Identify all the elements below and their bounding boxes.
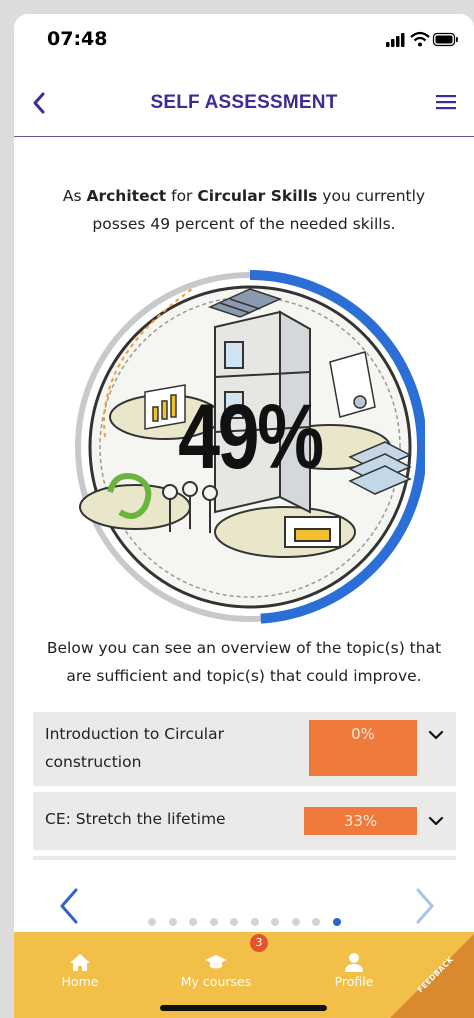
- phone-screen: 07:48 SELF ASSESSMENT As Architect for C…: [14, 14, 474, 1018]
- tab-profile[interactable]: Profile: [304, 932, 404, 992]
- topic-label: CE: Stretch the lifetime: [45, 810, 226, 828]
- topic-percent-bar: 33%: [304, 807, 417, 835]
- topic-label: Introduction to Circular construction: [45, 725, 224, 771]
- score-gauge: 49%: [75, 267, 428, 627]
- chevron-down-icon[interactable]: [428, 815, 444, 827]
- intro-prefix: As: [62, 187, 87, 205]
- feedback-tab[interactable]: FEEDBACK: [390, 934, 474, 1018]
- carousel-dot[interactable]: [148, 918, 156, 926]
- tab-my-courses[interactable]: 3 My courses: [166, 932, 268, 992]
- carousel-next-arrow-icon[interactable]: [412, 887, 438, 925]
- status-time: 07:48: [47, 28, 108, 50]
- carousel-dot[interactable]: [250, 918, 259, 926]
- carousel-dot[interactable]: [271, 918, 279, 926]
- intro-middle: for: [166, 187, 198, 205]
- battery-icon: [432, 32, 458, 47]
- topic-row-stretch-lifetime[interactable]: CE: Stretch the lifetime 33%: [33, 792, 456, 850]
- carousel-dot[interactable]: [168, 918, 177, 926]
- carousel-dot[interactable]: [312, 918, 320, 926]
- carousel-dot[interactable]: [332, 918, 341, 926]
- status-bar: 07:48: [14, 14, 474, 66]
- carousel-prev-arrow-icon[interactable]: [56, 887, 82, 925]
- topic-list: Introduction to Circular construction 0%…: [33, 712, 456, 860]
- monitor-illustration: [284, 516, 341, 548]
- tab-my-courses-label: My courses: [180, 974, 252, 989]
- topic-percent-bar: 0%: [309, 720, 417, 776]
- tab-home-label: Home: [61, 974, 99, 989]
- bottom-tab-bar: Home 3 My courses Profile FEEDBACK: [14, 932, 474, 1018]
- status-icons: [386, 31, 458, 47]
- tab-profile-label: Profile: [334, 974, 374, 989]
- graduation-cap-icon: [205, 955, 227, 969]
- topic-row-next[interactable]: [33, 856, 456, 860]
- wifi-icon: [410, 31, 430, 47]
- home-icon: [70, 954, 90, 971]
- overview-text: Below you can see an overview of the top…: [46, 639, 442, 685]
- hamburger-menu-icon[interactable]: [436, 92, 458, 112]
- page-title: SELF ASSESSMENT: [150, 92, 338, 113]
- person-icon: [345, 953, 363, 972]
- courses-badge: 3: [250, 934, 268, 952]
- topic-row-introduction[interactable]: Introduction to Circular construction 0%: [33, 712, 456, 786]
- signal-icon: [386, 33, 405, 47]
- tab-home[interactable]: Home: [30, 932, 130, 992]
- intro-role: Architect: [86, 187, 167, 205]
- carousel-dot[interactable]: [230, 918, 238, 926]
- chevron-down-icon[interactable]: [428, 729, 444, 741]
- home-indicator: [160, 1005, 327, 1011]
- score-percent: 49%: [178, 386, 324, 488]
- carousel-dot[interactable]: [291, 918, 300, 926]
- app-header: SELF ASSESSMENT: [14, 66, 474, 137]
- carousel-dot[interactable]: [209, 918, 218, 926]
- intro-text: As Architect for Circular Skills you cur…: [34, 182, 454, 238]
- intro-skill-area: Circular Skills: [197, 187, 318, 205]
- carousel-dot[interactable]: [189, 918, 197, 926]
